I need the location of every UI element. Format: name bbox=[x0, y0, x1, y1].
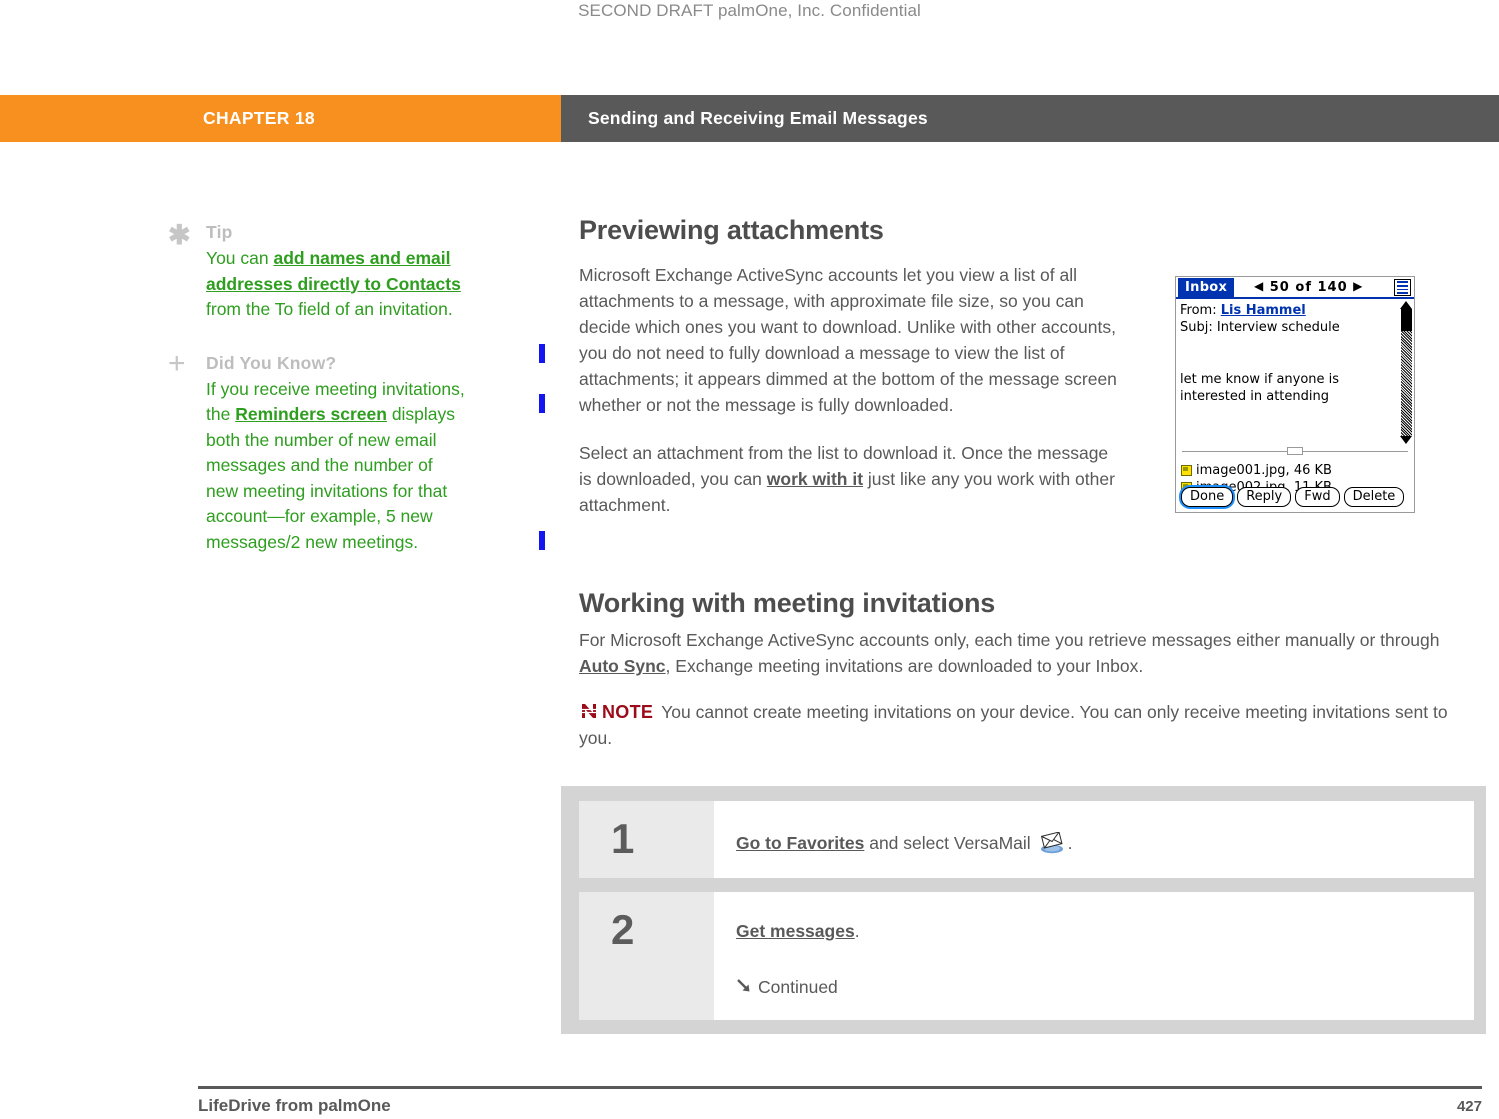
link-get-messages[interactable]: Get messages bbox=[736, 921, 855, 941]
step-body: Go to Favorites and select VersaMail . bbox=[714, 801, 1474, 878]
next-message-arrow-icon[interactable]: ▶ bbox=[1353, 279, 1363, 293]
continued-arrow-icon bbox=[736, 977, 754, 995]
device-from-label: From: bbox=[1180, 303, 1217, 318]
device-subject-label: Subj: bbox=[1180, 320, 1213, 335]
attachment-label: image001.jpg, 46 KB bbox=[1196, 463, 1332, 478]
device-screenshot: Inbox ◀ 50 of 140 ▶ From: Lis Hammel Sub… bbox=[1175, 276, 1415, 513]
numbered-steps-panel: 1 Go to Favorites and select VersaMail .… bbox=[561, 786, 1486, 1034]
step2-text: . bbox=[854, 921, 860, 941]
divider-grip-icon[interactable] bbox=[1287, 447, 1303, 455]
page-number: 427 bbox=[1456, 1098, 1482, 1115]
device-inbox-tab[interactable]: Inbox bbox=[1178, 278, 1235, 297]
scroll-thumb[interactable] bbox=[1400, 309, 1412, 331]
tip-title: Tip bbox=[206, 222, 233, 242]
footer-product-name: LifeDrive from palmOne bbox=[198, 1096, 391, 1115]
change-bar bbox=[539, 394, 545, 413]
counter-text: 50 of 140 bbox=[1269, 280, 1348, 295]
device-subject-row: Subj: Interview schedule bbox=[1180, 319, 1410, 336]
step1-text: and select VersaMail bbox=[864, 833, 1036, 853]
device-message-body: From: Lis Hammel Subj: Interview schedul… bbox=[1176, 299, 1414, 449]
step1-trailing: . bbox=[1067, 833, 1073, 853]
sidebar-tips: ✱ Tip You can add names and email addres… bbox=[168, 222, 468, 577]
paragraph-meeting-invitations: For Microsoft Exchange ActiveSync accoun… bbox=[579, 627, 1479, 679]
change-bar bbox=[539, 344, 545, 363]
device-message-counter: ◀ 50 of 140 ▶ bbox=[1254, 279, 1363, 295]
device-scrollbar[interactable] bbox=[1400, 301, 1412, 444]
dyk-link-reminders-screen[interactable]: Reminders screen bbox=[235, 404, 387, 424]
page-footer: LifeDrive from palmOne 427 bbox=[198, 1096, 1482, 1116]
step-body: Get messages. Continued bbox=[714, 892, 1474, 1020]
device-button-row: Done Reply Fwd Delete bbox=[1181, 487, 1405, 507]
note-text: You cannot create meeting invitations on… bbox=[579, 702, 1448, 748]
device-titlebar: Inbox ◀ 50 of 140 ▶ bbox=[1176, 277, 1414, 299]
continued-label: Continued bbox=[758, 977, 838, 997]
link-work-with-it[interactable]: work with it bbox=[767, 469, 863, 489]
paragraph-attachments-intro: Microsoft Exchange ActiveSync accounts l… bbox=[579, 262, 1124, 418]
link-go-to-favorites[interactable]: Go to Favorites bbox=[736, 833, 864, 853]
device-pane-divider[interactable] bbox=[1182, 447, 1408, 461]
page-title: Sending and Receiving Email Messages bbox=[588, 108, 928, 128]
chapter-number-block: CHAPTER 18 bbox=[0, 95, 561, 142]
tip-block-did-you-know: + Did You Know? If you receive meeting i… bbox=[168, 346, 468, 556]
link-auto-sync[interactable]: Auto Sync bbox=[579, 656, 666, 676]
device-reply-button[interactable]: Reply bbox=[1237, 487, 1292, 507]
step-item: 2 Get messages. Continued bbox=[579, 892, 1474, 1020]
dyk-text-plain-2: displays both the number of new email me… bbox=[206, 404, 456, 552]
tip-text-plain-1: You can bbox=[206, 248, 274, 268]
device-delete-button[interactable]: Delete bbox=[1343, 487, 1405, 507]
did-you-know-text: If you receive meeting invitations, the … bbox=[206, 377, 468, 556]
para3-text-2: , Exchange meeting invitations are downl… bbox=[665, 656, 1144, 676]
note-callout: NOTE You cannot create meeting invitation… bbox=[579, 699, 1479, 751]
did-you-know-title: Did You Know? bbox=[206, 352, 337, 373]
device-message-text: let me know if anyone is interested in a… bbox=[1180, 372, 1340, 404]
scroll-track[interactable] bbox=[1400, 309, 1412, 436]
chapter-title-block: Sending and Receiving Email Messages bbox=[561, 95, 1499, 142]
plus-icon: + bbox=[168, 346, 186, 380]
tip-block-tip: ✱ Tip You can add names and email addres… bbox=[168, 222, 468, 323]
step-item: 1 Go to Favorites and select VersaMail . bbox=[579, 801, 1474, 878]
para1-text: Microsoft Exchange ActiveSync accounts l… bbox=[579, 265, 1117, 415]
note-flag-icon bbox=[579, 701, 599, 721]
attachment-icon bbox=[1181, 465, 1192, 476]
step2-line: Get messages. bbox=[736, 918, 1474, 944]
change-bar bbox=[539, 531, 545, 550]
continued-row: Continued bbox=[736, 974, 1474, 1000]
prev-message-arrow-icon[interactable]: ◀ bbox=[1254, 279, 1264, 293]
tip-text: You can add names and email addresses di… bbox=[206, 246, 468, 323]
asterisk-icon: ✱ bbox=[168, 220, 191, 250]
tip-text-plain-2: from the To field of an invitation. bbox=[206, 299, 453, 319]
list-menu-icon[interactable] bbox=[1394, 279, 1411, 296]
para3-text-1: For Microsoft Exchange ActiveSync accoun… bbox=[579, 630, 1440, 650]
step-number: 1 bbox=[579, 801, 714, 878]
device-fwd-button[interactable]: Fwd bbox=[1295, 487, 1340, 507]
device-done-button[interactable]: Done bbox=[1181, 487, 1234, 507]
device-from-row: From: Lis Hammel bbox=[1180, 302, 1410, 319]
step-number: 2 bbox=[579, 892, 714, 1020]
chapter-bar: CHAPTER 18 Sending and Receiving Email M… bbox=[0, 95, 1499, 142]
heading-working-with-meeting-invitations: Working with meeting invitations bbox=[579, 588, 996, 618]
paragraph-select-attachment: Select an attachment from the list to do… bbox=[579, 440, 1124, 518]
note-label: NOTE bbox=[602, 702, 654, 722]
device-from-name[interactable]: Lis Hammel bbox=[1221, 303, 1306, 318]
heading-previewing-attachments: Previewing attachments bbox=[579, 215, 884, 245]
attachment-item[interactable]: image001.jpg, 46 KB bbox=[1181, 462, 1409, 479]
scroll-up-arrow-icon[interactable] bbox=[1400, 301, 1412, 309]
draft-watermark-header: SECOND DRAFT palmOne, Inc. Confidential bbox=[578, 1, 921, 20]
chapter-label: CHAPTER 18 bbox=[203, 108, 315, 128]
scroll-down-arrow-icon[interactable] bbox=[1400, 436, 1412, 444]
versamail-envelope-icon[interactable] bbox=[1039, 831, 1065, 854]
device-subject-text: Interview schedule bbox=[1216, 320, 1340, 335]
footer-divider bbox=[198, 1086, 1482, 1089]
